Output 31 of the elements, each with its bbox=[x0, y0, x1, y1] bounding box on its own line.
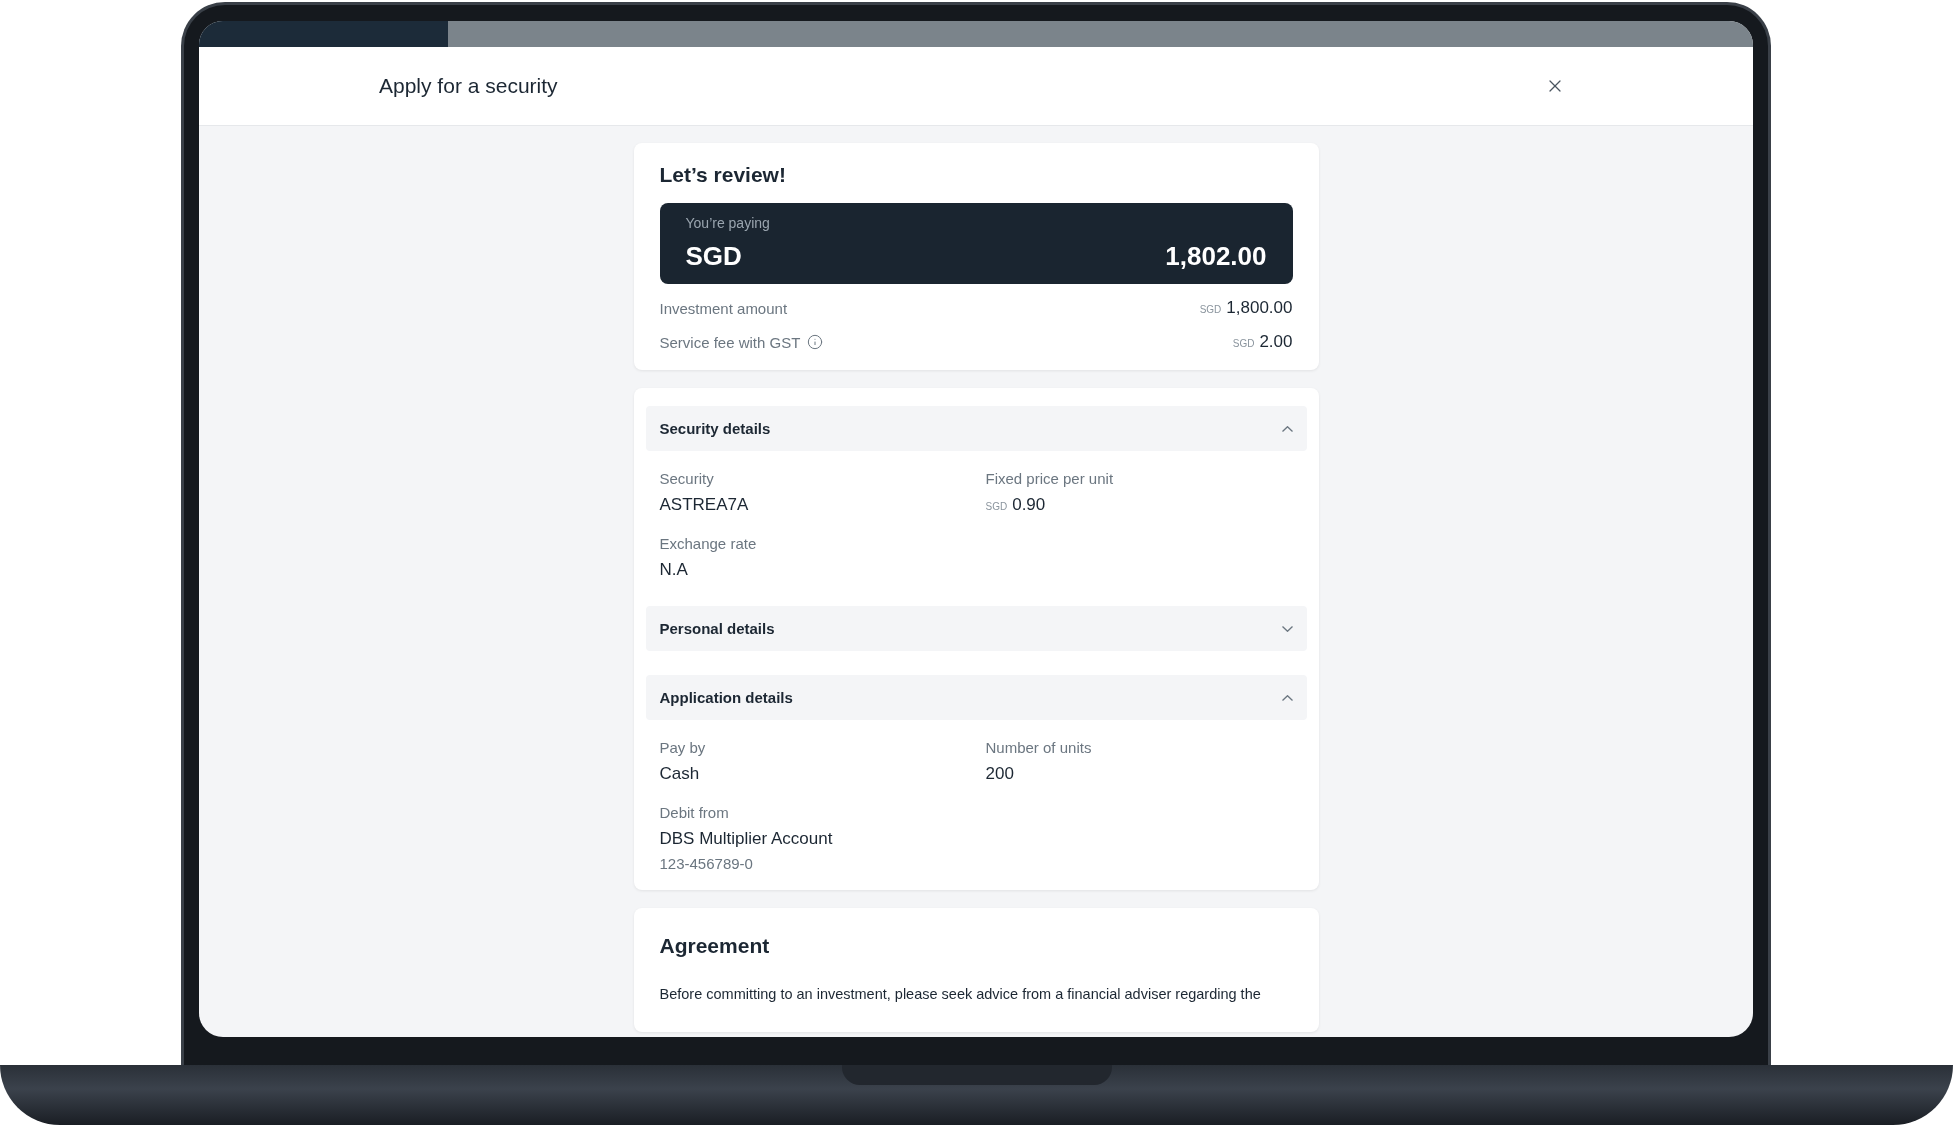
field-value: ASTREA7A bbox=[659, 495, 750, 515]
field-label: Number of units bbox=[985, 739, 1093, 756]
total-amount: 1,802.00 bbox=[1165, 241, 1267, 272]
page-title: Apply for a security bbox=[379, 74, 558, 98]
chevron-down-icon bbox=[1281, 625, 1293, 632]
field-label: Fixed price per unit bbox=[985, 470, 1115, 487]
field-label: Exchange rate bbox=[659, 535, 758, 552]
field-value: 200 bbox=[985, 764, 1015, 784]
field-label: Debit from bbox=[659, 804, 730, 821]
row-amount: SGD 2.00 bbox=[1232, 332, 1293, 352]
section-header[interactable]: Application details bbox=[645, 675, 1307, 720]
row-label: Service fee with GST bbox=[659, 333, 801, 351]
field-value: Cash bbox=[659, 764, 701, 784]
summary-label: You’re paying bbox=[685, 215, 771, 231]
section-header[interactable]: Security details bbox=[645, 406, 1307, 451]
info-icon[interactable] bbox=[807, 334, 824, 350]
field-value: N.A bbox=[659, 560, 689, 580]
account-number: 123-456789-0 bbox=[659, 855, 754, 872]
chevron-up-icon bbox=[1281, 694, 1293, 701]
field-value: DBS Multiplier Account bbox=[659, 829, 834, 849]
agreement-text: Before committing to an investment, please seek advice from a financial adviser regarding the bbox=[659, 986, 1262, 1002]
field-value: SGD 0.90 bbox=[985, 495, 1047, 515]
card-title: Agreement bbox=[659, 934, 771, 958]
currency-code: SGD bbox=[685, 241, 742, 272]
row-amount: SGD 1,800.00 bbox=[1199, 298, 1293, 318]
row-label: Investment amount bbox=[659, 299, 788, 317]
card-title: Let’s review! bbox=[659, 163, 787, 187]
chevron-up-icon bbox=[1281, 425, 1293, 432]
section-header[interactable]: Personal details bbox=[645, 606, 1307, 651]
field-label: Pay by bbox=[659, 739, 707, 756]
field-label: Security bbox=[659, 470, 715, 487]
